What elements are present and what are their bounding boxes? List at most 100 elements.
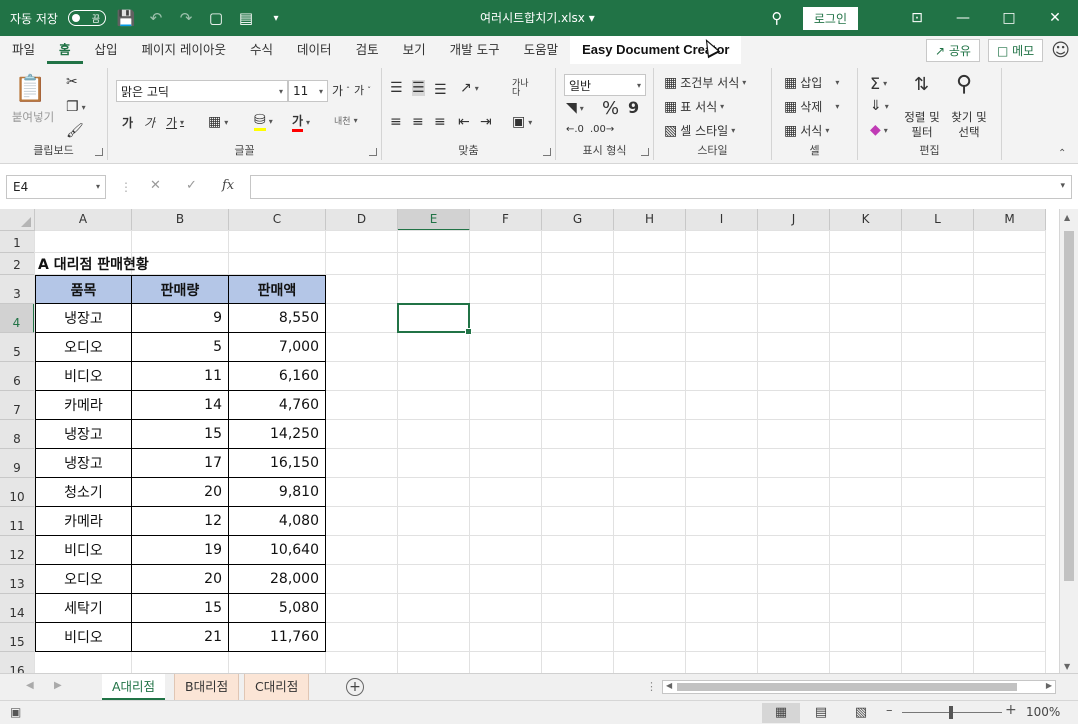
search-icon[interactable]: ⚲ <box>767 8 787 28</box>
undo-icon[interactable]: ↶ <box>146 8 166 28</box>
maximize-button[interactable]: □ <box>986 0 1032 36</box>
table-cell[interactable]: 14,250 <box>229 420 326 449</box>
table-cell[interactable]: 19 <box>132 536 229 565</box>
name-box[interactable]: E4 ▾ <box>6 175 106 199</box>
formula-input[interactable]: ▾ <box>250 175 1072 199</box>
copy-icon[interactable]: ❐ ▾ <box>66 99 86 115</box>
row-header[interactable]: 4 <box>0 304 35 333</box>
tab-developer[interactable]: 개발 도구 <box>438 36 512 64</box>
column-header[interactable]: I <box>686 209 758 231</box>
tab-review[interactable]: 검토 <box>344 36 391 64</box>
column-header[interactable]: M <box>974 209 1046 231</box>
find-select-icon[interactable]: ⚲ <box>956 72 972 97</box>
conditional-formatting-button[interactable]: ▦ 조건부 서식 ▾ <box>664 74 746 91</box>
paste-label[interactable]: 붙여넣기 <box>4 110 62 125</box>
phonetic-button[interactable]: 내천 ▾ <box>334 114 358 127</box>
row-header[interactable]: 6 <box>0 362 35 391</box>
table-cell[interactable]: 5,080 <box>229 594 326 623</box>
feedback-icon[interactable]: ☺ <box>1051 40 1070 61</box>
zoom-level[interactable]: 100% <box>1026 705 1060 719</box>
active-cell-e4[interactable] <box>397 303 472 335</box>
row-header[interactable]: 16 <box>0 652 35 673</box>
collapse-ribbon-icon[interactable]: ⌃ <box>1058 148 1066 159</box>
tab-view[interactable]: 보기 <box>391 36 438 64</box>
table-cell[interactable]: 4,080 <box>229 507 326 536</box>
scroll-left-icon[interactable]: ◀ <box>666 681 672 690</box>
comma-button[interactable]: 9 <box>628 98 639 117</box>
table-cell[interactable]: 5 <box>132 333 229 362</box>
tab-formulas[interactable]: 수식 <box>238 36 285 64</box>
underline-button[interactable]: 가 ▾ <box>166 114 184 131</box>
table-cell[interactable]: 세탁기 <box>35 594 132 623</box>
table-cell[interactable]: 오디오 <box>35 565 132 594</box>
memo-button[interactable]: □ 메모 <box>987 38 1044 62</box>
italic-button[interactable]: 가 <box>144 114 155 131</box>
table-cell[interactable]: 비디오 <box>35 623 132 652</box>
table-cell[interactable]: 카메라 <box>35 391 132 420</box>
table-cell[interactable]: 비디오 <box>35 536 132 565</box>
column-header[interactable]: E <box>398 209 470 231</box>
minimize-button[interactable]: — <box>940 0 986 36</box>
row-header[interactable]: 3 <box>0 275 35 304</box>
table-header-cell[interactable]: 판매액 <box>229 275 326 304</box>
cell-styles-button[interactable]: ▧ 셀 스타일 ▾ <box>664 122 735 139</box>
number-launcher[interactable] <box>641 148 649 156</box>
font-color-button[interactable]: 가 ▾ <box>292 112 310 132</box>
column-header[interactable]: C <box>229 209 326 231</box>
table-cell[interactable]: 15 <box>132 594 229 623</box>
table-cell[interactable]: 9,810 <box>229 478 326 507</box>
tab-data[interactable]: 데이터 <box>285 36 344 64</box>
column-header[interactable]: G <box>542 209 614 231</box>
sheet-tab-b[interactable]: B대리점 <box>174 674 240 700</box>
row-header[interactable]: 14 <box>0 594 35 623</box>
scroll-up-icon[interactable]: ▲ <box>1064 213 1070 222</box>
zoom-slider-thumb[interactable] <box>949 706 953 719</box>
column-header[interactable]: D <box>326 209 398 231</box>
row-header[interactable]: 13 <box>0 565 35 594</box>
align-center-icon[interactable]: ≡ <box>412 114 424 130</box>
decrease-indent-icon[interactable]: ⇤ <box>458 114 470 130</box>
zoom-in-button[interactable]: + <box>1005 702 1017 718</box>
sheet-tab-a[interactable]: A대리점 <box>102 674 166 700</box>
tab-page-layout[interactable]: 페이지 레이아웃 <box>130 36 238 64</box>
table-cell[interactable]: 냉장고 <box>35 420 132 449</box>
row-header[interactable]: 10 <box>0 478 35 507</box>
table-cell[interactable]: 9 <box>132 304 229 333</box>
align-top-icon[interactable]: ☰ <box>390 80 403 96</box>
find-select-button[interactable]: 찾기 및 선택 <box>946 110 992 140</box>
bold-button[interactable]: 가 <box>122 114 133 131</box>
table-cell[interactable]: 21 <box>132 623 229 652</box>
sheet-tab-c[interactable]: C대리점 <box>244 674 310 700</box>
table-cell[interactable]: 11,760 <box>229 623 326 652</box>
horizontal-scrollbar[interactable]: ◀ ▶ <box>662 680 1056 694</box>
increase-decimal-icon[interactable]: ←.0 <box>566 124 584 135</box>
borders-button[interactable]: ▦ ▾ <box>208 114 228 130</box>
grow-font-button[interactable]: 가ˆ <box>332 82 350 99</box>
font-launcher[interactable] <box>369 148 377 156</box>
table-cell[interactable]: 12 <box>132 507 229 536</box>
clear-icon[interactable]: ◆ ▾ <box>870 122 888 138</box>
scroll-down-icon[interactable]: ▼ <box>1064 662 1070 671</box>
table-cell[interactable]: 카메라 <box>35 507 132 536</box>
merge-center-button[interactable]: ▣ ▾ <box>512 114 532 130</box>
table-cell[interactable]: 비디오 <box>35 362 132 391</box>
wrap-text-button[interactable]: 가나 다 <box>512 80 529 98</box>
column-header[interactable]: J <box>758 209 830 231</box>
login-button[interactable]: 로그인 <box>802 6 858 30</box>
redo-icon[interactable]: ↷ <box>176 8 196 28</box>
format-cells-button[interactable]: ▦ 서식 ▾ <box>784 122 829 139</box>
share-button[interactable]: ↗ 공유 <box>926 38 980 62</box>
save-icon[interactable]: 💾 <box>116 8 136 28</box>
document-title[interactable]: 여러시트합치기.xlsx ▾ <box>480 9 595 26</box>
table-cell[interactable]: 15 <box>132 420 229 449</box>
insert-function-icon[interactable]: fx <box>222 178 234 193</box>
delete-cells-button[interactable]: ▦ 삭제 ▾ <box>784 98 839 115</box>
table-cell[interactable]: 10,640 <box>229 536 326 565</box>
close-button[interactable]: ✕ <box>1032 0 1078 36</box>
table-cell[interactable]: 7,000 <box>229 333 326 362</box>
table-cell[interactable]: 4,760 <box>229 391 326 420</box>
row-header[interactable]: 9 <box>0 449 35 478</box>
cut-icon[interactable]: ✂ <box>66 74 78 90</box>
table-cell[interactable]: 오디오 <box>35 333 132 362</box>
fill-icon[interactable]: ⇓ ▾ <box>870 98 889 114</box>
